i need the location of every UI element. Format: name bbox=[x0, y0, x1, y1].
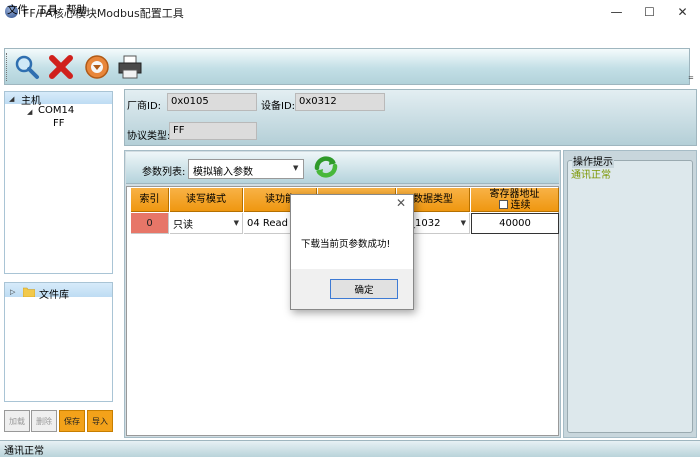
chevron-down-icon[interactable]: ▼ bbox=[293, 164, 298, 172]
hint-groupbox bbox=[567, 160, 693, 433]
col-header-index[interactable]: 索引 bbox=[131, 188, 169, 212]
print-icon[interactable] bbox=[116, 53, 144, 81]
toolbar-overflow[interactable]: = bbox=[688, 74, 694, 82]
device-id-field: 0x0312 bbox=[295, 93, 385, 111]
menu-file[interactable]: 文件 bbox=[7, 2, 28, 17]
delete-button[interactable]: 删除 bbox=[31, 410, 57, 432]
collapse-triangle-icon[interactable]: ◢ bbox=[27, 108, 32, 116]
hint-message: 通讯正常 bbox=[571, 170, 611, 181]
download-icon[interactable] bbox=[83, 53, 111, 81]
dialog-close-button[interactable]: ✕ bbox=[396, 196, 406, 210]
col-header-register-address[interactable]: 寄存器地址 连续 bbox=[471, 188, 559, 212]
tree-node-library[interactable]: 文件库 bbox=[39, 286, 69, 301]
chevron-down-icon[interactable]: ▼ bbox=[234, 219, 239, 227]
param-list-label: 参数列表: bbox=[142, 167, 186, 178]
menu-bar bbox=[0, 24, 700, 42]
tree-node-device[interactable]: FF bbox=[53, 118, 65, 129]
rw-mode-value: 只读 bbox=[173, 219, 193, 231]
continuous-checkbox[interactable] bbox=[498, 200, 508, 209]
search-icon[interactable] bbox=[13, 53, 41, 81]
collapse-triangle-icon[interactable]: ◢ bbox=[9, 95, 14, 103]
continuous-label: 连续 bbox=[510, 199, 531, 211]
continuous-checkbox-wrap[interactable]: 连续 bbox=[498, 199, 531, 211]
vendor-id-label: 厂商ID: bbox=[127, 101, 162, 112]
status-bar bbox=[0, 440, 700, 457]
dialog-message: 下载当前页参数成功! bbox=[301, 239, 391, 250]
param-list-select[interactable]: 模拟输入参数 bbox=[188, 159, 304, 179]
cell-index: 0 bbox=[131, 213, 169, 234]
load-button[interactable]: 加载 bbox=[4, 410, 30, 432]
folder-icon bbox=[22, 287, 36, 298]
status-text: 通讯正常 bbox=[4, 446, 44, 457]
cell-rw-mode[interactable]: 只读 ▼ bbox=[170, 213, 243, 234]
minimize-button[interactable]: — bbox=[600, 0, 633, 24]
dialog-ok-button[interactable]: 确定 bbox=[330, 279, 398, 299]
delete-icon[interactable] bbox=[47, 53, 75, 81]
protocol-type-label: 协议类型: bbox=[127, 131, 171, 142]
col-header-rw-mode[interactable]: 读写模式 bbox=[170, 188, 243, 212]
expand-triangle-icon[interactable]: ▷ bbox=[10, 288, 15, 296]
vendor-id-field: 0x0105 bbox=[167, 93, 257, 111]
chevron-down-icon[interactable]: ▼ bbox=[461, 219, 466, 227]
menu-help[interactable]: 帮助 bbox=[66, 2, 87, 17]
refresh-icon[interactable] bbox=[313, 154, 339, 180]
register-address-label: 寄存器地址 bbox=[489, 188, 540, 200]
toolbar-grip[interactable] bbox=[6, 53, 8, 81]
import-button[interactable]: 导入 bbox=[87, 410, 113, 432]
protocol-type-field: FF bbox=[169, 122, 257, 140]
cell-register-address[interactable]: 40000 bbox=[471, 213, 559, 234]
close-button[interactable]: ✕ bbox=[666, 0, 699, 24]
tree-node-port[interactable]: COM14 bbox=[38, 105, 74, 116]
dialog-body bbox=[291, 195, 413, 269]
maximize-button[interactable]: ☐ bbox=[633, 0, 666, 24]
save-button[interactable]: 保存 bbox=[59, 410, 85, 432]
device-id-label: 设备ID: bbox=[261, 101, 296, 112]
menu-tools[interactable]: 工具 bbox=[37, 2, 58, 17]
